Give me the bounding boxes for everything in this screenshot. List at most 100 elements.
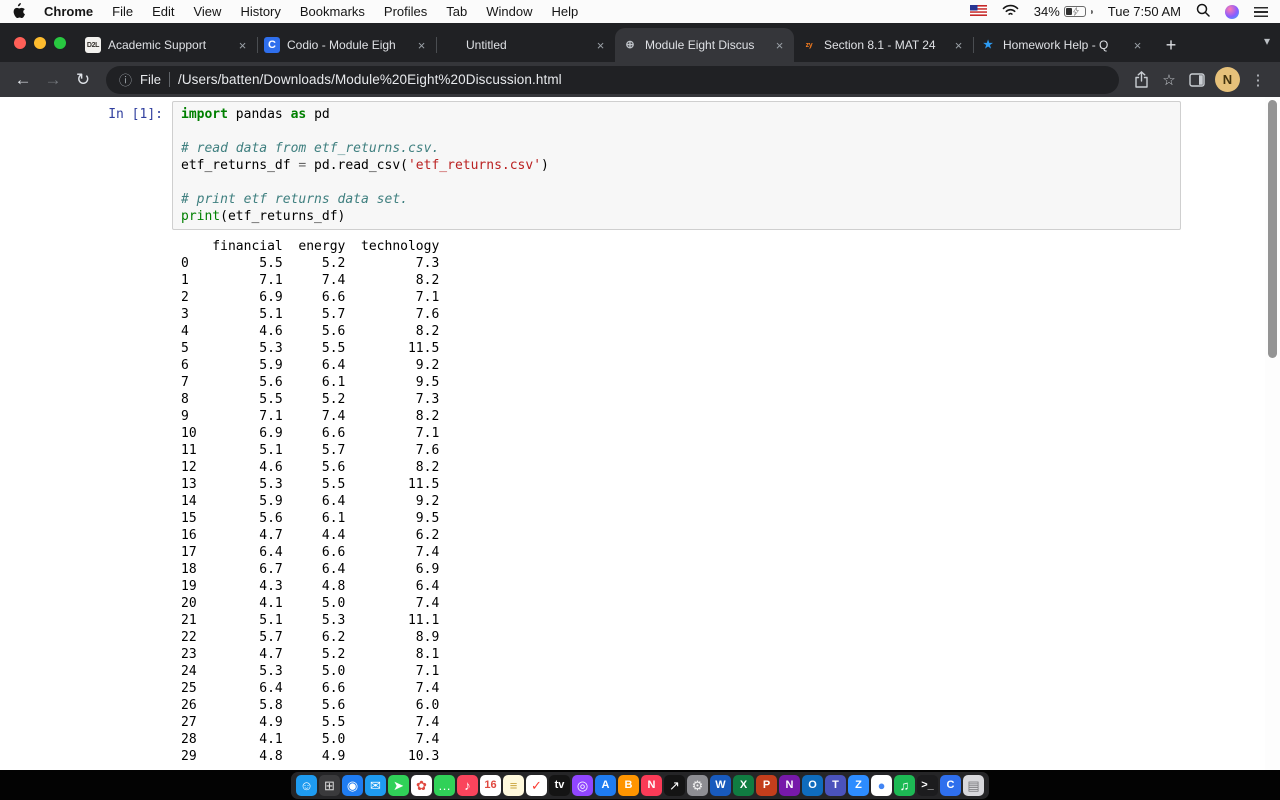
tab-close-icon[interactable]: × [593, 38, 608, 53]
back-button[interactable]: ← [8, 65, 38, 95]
menu-items: File Edit View History Bookmarks Profiles Tab W… [112, 4, 578, 19]
dock-icon-mail[interactable]: ✉ [365, 774, 386, 796]
menu-extra-icon[interactable] [1254, 6, 1268, 17]
browser-toolbar: ← → ↻ ⓘ File /Users/batten/Downloads/Mod… [0, 62, 1280, 97]
share-icon[interactable] [1127, 66, 1155, 94]
menu-item-file[interactable]: File [112, 4, 133, 19]
dock-icon-chrome[interactable]: ● [871, 774, 892, 796]
wifi-icon[interactable] [1002, 4, 1019, 20]
dock-icon-powerpoint[interactable]: P [756, 774, 777, 796]
tab-title: Academic Support [108, 38, 207, 52]
menu-item-profiles[interactable]: Profiles [384, 4, 427, 19]
tab-title: Homework Help - Q [1003, 38, 1109, 52]
dock-bar: ☺ ⊞ ◉ ✉ ➤ ✿… ♪ 16 ≡ ✓ tv ◎ A B N ↗ ⚙ W X P N O T Z ● ♫ >_ C ▤ [0, 770, 1280, 800]
apple-menu-icon[interactable] [12, 2, 25, 21]
menu-item-tab[interactable]: Tab [446, 4, 467, 19]
dock-icon-zoom[interactable]: Z [848, 774, 869, 796]
tab-title: Untitled [466, 38, 507, 52]
menu-bar: Chrome File Edit View History Bookmarks Profi… [0, 0, 1280, 23]
browser-tab[interactable]: C Codio - Module Eigh × [257, 28, 436, 62]
menu-item-help[interactable]: Help [552, 4, 579, 19]
menu-clock[interactable]: Tue 7:50 AM [1108, 4, 1181, 19]
tab-close-icon[interactable]: × [1130, 38, 1145, 53]
tab-close-icon[interactable]: × [414, 38, 429, 53]
menu-item-history[interactable]: History [240, 4, 280, 19]
menu-item-bookmarks[interactable]: Bookmarks [300, 4, 365, 19]
new-tab-button[interactable]: + [1156, 30, 1186, 60]
dock-icon-music[interactable]: ♪ [457, 774, 478, 796]
dock-icon-safari[interactable]: ◉ [342, 774, 363, 796]
tab-title: Codio - Module Eigh [287, 38, 396, 52]
dock-icon-word[interactable]: W [710, 774, 731, 796]
bookmark-star-icon[interactable]: ☆ [1155, 66, 1183, 94]
minimize-window-button[interactable] [34, 36, 46, 49]
dock-icon-notes[interactable]: ≡ [503, 774, 524, 796]
code-block: import pandas as pd # read data from etf… [181, 107, 549, 224]
dock-icon-podcasts[interactable]: ◎ [572, 774, 593, 796]
dock-icon-messages[interactable]: … [434, 774, 455, 796]
tab-close-icon[interactable]: × [772, 38, 787, 53]
dock-icon-reminders[interactable]: ✓ [526, 774, 547, 796]
tab-close-icon[interactable]: × [235, 38, 250, 53]
menu-app-name[interactable]: Chrome [44, 4, 93, 19]
dock-icon-codio[interactable]: C [940, 774, 961, 796]
tab-search-chevron-icon[interactable]: ▾ [1264, 34, 1270, 48]
tab-favicon: ⊕ [625, 38, 635, 51]
code-cell[interactable]: import pandas as pd # read data from etf… [172, 101, 1181, 230]
tab-favicon: D2L [85, 37, 101, 53]
scrollbar-thumb[interactable] [1268, 100, 1277, 358]
dock-icon-tv[interactable]: tv [549, 774, 570, 796]
notebook-output: financial energy technology 0 5.5 5.2 7.… [181, 239, 440, 764]
spotlight-search-icon[interactable] [1196, 3, 1210, 20]
tab-list: D2L Academic Support × C Codio - Module Eigh… [78, 28, 1152, 62]
tab-close-icon[interactable]: × [951, 38, 966, 53]
browser-tab[interactable]: D2L Academic Support × [78, 28, 257, 62]
dock-icon-photos[interactable]: ✿ [411, 774, 432, 796]
profile-avatar[interactable]: N [1215, 67, 1240, 92]
close-window-button[interactable] [14, 36, 26, 49]
cell-input-prompt: In [1]: [108, 107, 163, 122]
url-scheme-label: File [140, 72, 161, 87]
zoom-window-button[interactable] [54, 36, 66, 49]
chrome-menu-icon[interactable]: ⋮ [1244, 66, 1272, 94]
dock-icon-terminal[interactable]: >_ [917, 774, 938, 796]
reload-button[interactable]: ↻ [68, 65, 98, 95]
menu-item-window[interactable]: Window [486, 4, 532, 19]
tab-title: Module Eight Discus [645, 38, 755, 52]
dock-icon-settings[interactable]: ⚙ [687, 774, 708, 796]
page-info-icon[interactable]: ⓘ [119, 70, 132, 89]
browser-tab[interactable]: zy Section 8.1 - MAT 24 × [794, 28, 973, 62]
dock: ☺ ⊞ ◉ ✉ ➤ ✿… ♪ 16 ≡ ✓ tv ◎ A B N ↗ ⚙ W X P N O T Z ● ♫ >_ C ▤ [291, 771, 989, 799]
browser-tab[interactable]: ★ Homework Help - Q × [973, 28, 1152, 62]
dock-icon-trash[interactable]: ▤ [963, 774, 984, 796]
dock-icon-outlook[interactable]: O [802, 774, 823, 796]
dock-icon-finder[interactable]: ☺ [296, 774, 317, 796]
dock-icon-onenote[interactable]: N [779, 774, 800, 796]
url-text[interactable]: /Users/batten/Downloads/Module%20Eight%2… [178, 72, 562, 87]
dock-icon-calendar[interactable]: 16 [480, 774, 501, 796]
siri-icon[interactable] [1225, 4, 1239, 19]
battery-status[interactable]: 34% [1034, 4, 1093, 19]
forward-button[interactable]: → [38, 65, 68, 95]
tab-favicon: zy [805, 41, 813, 49]
side-panel-icon[interactable] [1183, 66, 1211, 94]
battery-icon [1063, 6, 1086, 17]
menu-item-edit[interactable]: Edit [152, 4, 174, 19]
dock-icon-maps[interactable]: ➤ [388, 774, 409, 796]
tab-strip: D2L Academic Support × C Codio - Module Eigh… [0, 23, 1280, 62]
browser-tab[interactable]: ⊕ Module Eight Discus × [615, 28, 794, 62]
input-source-flag-icon[interactable] [969, 4, 987, 19]
dock-icon-books[interactable]: B [618, 774, 639, 796]
dock-icon-launchpad[interactable]: ⊞ [319, 774, 340, 796]
menu-item-view[interactable]: View [193, 4, 221, 19]
dock-icon-stocks[interactable]: ↗ [664, 774, 685, 796]
browser-tab[interactable]: Untitled × [436, 28, 615, 62]
notebook-code-cell-row: In [1]: import pandas as pd # read data … [0, 101, 1280, 230]
dock-icon-teams[interactable]: T [825, 774, 846, 796]
dock-icon-news[interactable]: N [641, 774, 662, 796]
dock-icon-app-store[interactable]: A [595, 774, 616, 796]
dock-icon-spotify[interactable]: ♫ [894, 774, 915, 796]
address-bar[interactable]: ⓘ File /Users/batten/Downloads/Module%20… [106, 65, 1119, 94]
dock-icon-excel[interactable]: X [733, 774, 754, 796]
tab-favicon [443, 37, 459, 53]
